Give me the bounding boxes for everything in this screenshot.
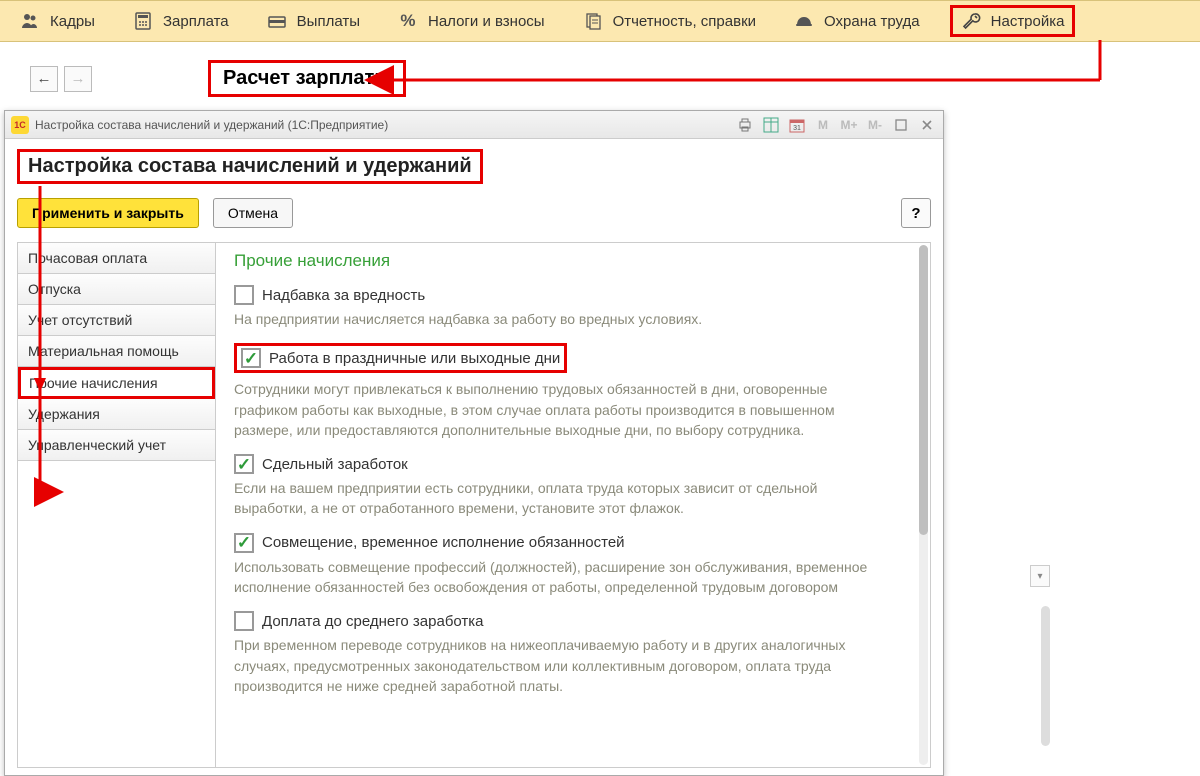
bg-scrollbar [1041, 606, 1050, 746]
help-button[interactable]: ? [901, 198, 931, 228]
wrench-icon [961, 11, 981, 31]
print-icon[interactable] [735, 115, 755, 135]
option-label: Работа в праздничные или выходные дни [269, 350, 560, 367]
menu-ohrana[interactable]: Охрана труда [794, 11, 920, 31]
breadcrumb[interactable]: Расчет зарплаты [208, 60, 406, 97]
menu-zarplata[interactable]: Зарплата [133, 11, 229, 31]
option-holiday-work[interactable]: Работа в праздничные или выходные дни [234, 343, 567, 373]
side-tabs: Почасовая оплата Отпуска Учет отсутствий… [18, 243, 216, 767]
option-label: Надбавка за вредность [262, 287, 425, 304]
menu-nastroika[interactable]: Настройка [950, 5, 1076, 37]
option-desc: При временном переводе сотрудников на ни… [234, 635, 874, 696]
option-combination[interactable]: Совмещение, временное исполнение обязанн… [234, 533, 912, 553]
menu-nalogi[interactable]: % Налоги и взносы [398, 11, 545, 31]
menu-label: Охрана труда [824, 13, 920, 30]
restore-icon[interactable] [891, 115, 911, 135]
option-average-topup[interactable]: Доплата до среднего заработка [234, 611, 912, 631]
page-title: Настройка состава начислений и удержаний [17, 149, 483, 184]
docs-icon [583, 11, 603, 31]
menu-label: Налоги и взносы [428, 13, 545, 30]
option-label: Совмещение, временное исполнение обязанн… [262, 534, 625, 551]
bg-dropdown-icon: ▾ [1030, 565, 1050, 587]
option-label: Сдельный заработок [262, 456, 408, 473]
checkbox[interactable] [234, 533, 254, 553]
calc-icon[interactable] [761, 115, 781, 135]
option-label: Доплата до среднего заработка [262, 613, 484, 630]
tab-absences[interactable]: Учет отсутствий [18, 305, 215, 336]
wallet-icon [267, 11, 287, 31]
tab-material-help[interactable]: Материальная помощь [18, 336, 215, 367]
helmet-icon [794, 11, 814, 31]
option-desc: Использовать совмещение профессий (должн… [234, 557, 874, 598]
percent-icon: % [398, 11, 418, 31]
tab-vacations[interactable]: Отпуска [18, 274, 215, 305]
checkbox[interactable] [234, 611, 254, 631]
tab-hourly[interactable]: Почасовая оплата [18, 243, 215, 274]
svg-text:31: 31 [793, 125, 801, 132]
panel-scrollbar[interactable] [919, 245, 928, 765]
menu-label: Зарплата [163, 13, 229, 30]
tab-other-accruals[interactable]: Прочие начисления [18, 367, 215, 399]
option-hazard-allowance[interactable]: Надбавка за вредность [234, 285, 912, 305]
dialog-window: 1C Настройка состава начислений и удержа… [4, 110, 944, 776]
menu-label: Выплаты [297, 13, 360, 30]
arrow-left-icon: ← [37, 70, 52, 87]
apply-close-button[interactable]: Применить и закрыть [17, 198, 199, 228]
menu-label: Отчетность, справки [613, 13, 756, 30]
calendar-icon[interactable]: 31 [787, 115, 807, 135]
panel-title: Прочие начисления [234, 251, 912, 271]
option-desc: На предприятии начисляется надбавка за р… [234, 309, 874, 329]
app-logo-icon: 1C [11, 116, 29, 134]
calc-icon [133, 11, 153, 31]
m-minus-button[interactable]: M- [865, 115, 885, 135]
cancel-button[interactable]: Отмена [213, 198, 293, 228]
menu-vyplaty[interactable]: Выплаты [267, 11, 360, 31]
tab-management[interactable]: Управленческий учет [18, 430, 215, 461]
close-icon[interactable] [917, 115, 937, 135]
checkbox[interactable] [241, 348, 261, 368]
option-piecework[interactable]: Сдельный заработок [234, 454, 912, 474]
m-button[interactable]: M [813, 115, 833, 135]
arrow-right-icon: → [71, 70, 86, 87]
checkbox[interactable] [234, 285, 254, 305]
menu-otchetnost[interactable]: Отчетность, справки [583, 11, 756, 31]
window-title: Настройка состава начислений и удержаний… [35, 118, 388, 132]
checkbox[interactable] [234, 454, 254, 474]
option-desc: Сотрудники могут привлекаться к выполнен… [234, 379, 874, 440]
titlebar: 1C Настройка состава начислений и удержа… [5, 111, 943, 139]
people-icon [20, 11, 40, 31]
top-menu: Кадры Зарплата Выплаты % Налоги и взносы… [0, 0, 1200, 42]
menu-label: Настройка [991, 13, 1065, 30]
scrollbar-thumb[interactable] [919, 245, 928, 535]
nav-back-button[interactable]: ← [30, 66, 58, 92]
tab-deductions[interactable]: Удержания [18, 399, 215, 430]
menu-kadry[interactable]: Кадры [20, 11, 95, 31]
m-plus-button[interactable]: M+ [839, 115, 859, 135]
nav-forward-button[interactable]: → [64, 66, 92, 92]
option-desc: Если на вашем предприятии есть сотрудник… [234, 478, 874, 519]
menu-label: Кадры [50, 13, 95, 30]
